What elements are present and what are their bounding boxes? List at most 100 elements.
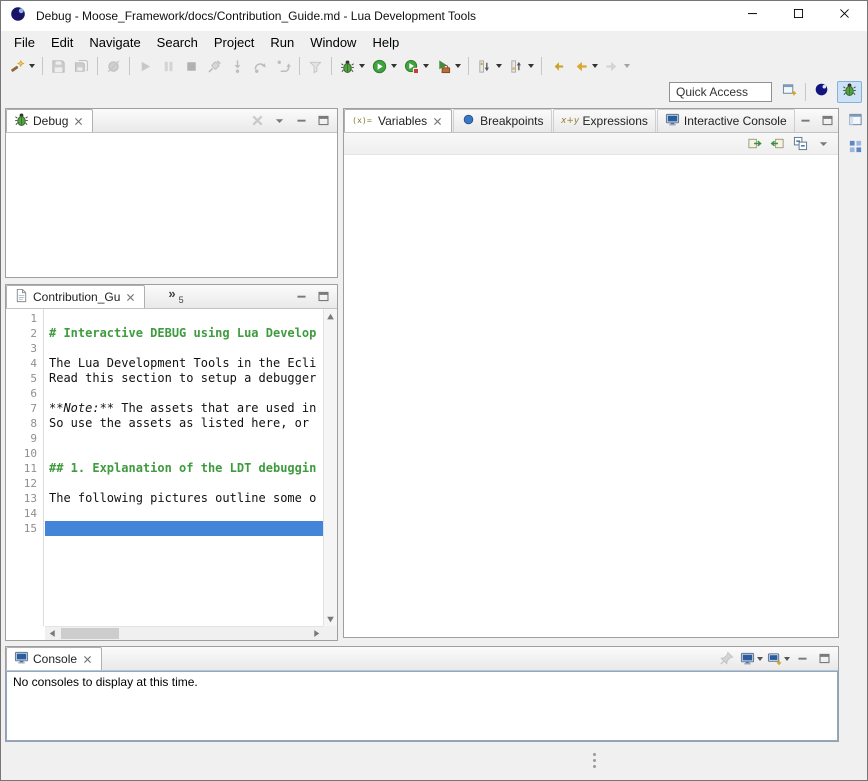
close-window-button[interactable]: [821, 1, 867, 31]
editor-tab-contribution-guide[interactable]: Contribution_Gu: [6, 285, 145, 308]
minimize-view-button[interactable]: [292, 287, 311, 306]
minimize-view-button[interactable]: [793, 649, 812, 668]
menu-edit[interactable]: Edit: [43, 33, 81, 52]
step-return-button[interactable]: [272, 54, 295, 78]
editor-line[interactable]: [45, 506, 323, 521]
tab-console[interactable]: Console: [6, 647, 102, 670]
tab-variables[interactable]: (x)= Variables: [344, 109, 452, 132]
restore-view-button-2[interactable]: [845, 138, 866, 159]
editor-body[interactable]: 1 2 3 4 5 6 7 8 9 10: [6, 309, 337, 640]
editor-text[interactable]: # Interactive DEBUG using Lua Develop Th…: [45, 309, 323, 626]
last-edit-location-button[interactable]: [546, 54, 569, 78]
display-selected-console-button[interactable]: [739, 649, 763, 668]
scrollbar-thumb[interactable]: [61, 628, 119, 639]
editor-horizontal-scrollbar[interactable]: [45, 626, 323, 640]
quick-access-input[interactable]: Quick Access: [669, 82, 772, 102]
maximize-view-button[interactable]: [818, 111, 837, 130]
editor-line[interactable]: [45, 311, 323, 326]
back-button[interactable]: [569, 54, 601, 78]
editor-line[interactable]: Read this section to setup a debugger: [45, 371, 323, 386]
editor-vertical-scrollbar[interactable]: [323, 309, 337, 626]
previous-annotation-button[interactable]: [505, 54, 537, 78]
scroll-left-button[interactable]: [45, 627, 59, 640]
menu-search[interactable]: Search: [149, 33, 206, 52]
scrollbar-track[interactable]: [59, 627, 309, 641]
scroll-up-button[interactable]: [324, 309, 337, 323]
maximize-view-button[interactable]: [815, 649, 834, 668]
tab-expressions[interactable]: x+y Expressions: [553, 109, 656, 132]
editor-line[interactable]: So use the assets as listed here, or: [45, 416, 323, 431]
dropdown-arrow-icon: [784, 657, 790, 661]
pin-console-button[interactable]: [717, 649, 736, 668]
open-perspective-button[interactable]: [777, 81, 802, 103]
minimize-view-button[interactable]: [292, 111, 311, 130]
view-menu-button[interactable]: [814, 134, 833, 153]
remove-terminated-button[interactable]: [248, 111, 267, 130]
minimize-window-button[interactable]: [729, 1, 775, 31]
tab-debug[interactable]: Debug: [6, 109, 93, 132]
step-into-button[interactable]: [226, 54, 249, 78]
minimize-view-button[interactable]: [796, 111, 815, 130]
editor-line[interactable]: **Note:** The assets that are used in: [45, 401, 323, 416]
show-type-names-button[interactable]: [745, 134, 764, 153]
skip-all-breakpoints-button[interactable]: [102, 54, 125, 78]
menu-window[interactable]: Window: [302, 33, 364, 52]
editor-line[interactable]: [45, 386, 323, 401]
menu-run[interactable]: Run: [262, 33, 302, 52]
tab-breakpoints[interactable]: Breakpoints: [453, 109, 551, 132]
close-icon[interactable]: [72, 115, 85, 128]
menu-navigate[interactable]: Navigate: [81, 33, 148, 52]
collapse-all-button[interactable]: [791, 134, 810, 153]
next-annotation-button[interactable]: [473, 54, 505, 78]
maximize-view-button[interactable]: [314, 287, 333, 306]
restore-view-button-1[interactable]: [845, 111, 866, 132]
maximize-view-button[interactable]: [314, 111, 333, 130]
show-logical-structures-button[interactable]: [768, 134, 787, 153]
external-tools-button[interactable]: [432, 54, 464, 78]
new-icon: [9, 58, 26, 75]
editor-line[interactable]: ## 1. Explanation of the LDT debuggin: [45, 461, 323, 476]
suspend-button[interactable]: [157, 54, 180, 78]
use-step-filters-button[interactable]: [304, 54, 327, 78]
open-console-button[interactable]: [766, 649, 790, 668]
editor-area: Contribution_Gu » 5: [5, 284, 338, 641]
disconnect-button[interactable]: [203, 54, 226, 78]
line-number-ruler: 1 2 3 4 5 6 7 8 9 10: [6, 309, 44, 626]
maximize-window-button[interactable]: [775, 1, 821, 31]
close-icon[interactable]: [81, 653, 94, 666]
attach-debug-button[interactable]: [400, 54, 432, 78]
close-icon[interactable]: [431, 115, 444, 128]
editor-line[interactable]: [45, 446, 323, 461]
menu-help[interactable]: Help: [364, 33, 407, 52]
editor-line[interactable]: The following pictures outline some o: [45, 491, 323, 506]
new-button[interactable]: [6, 54, 38, 78]
lua-perspective-button[interactable]: [809, 81, 834, 103]
scroll-right-button[interactable]: [309, 627, 323, 640]
trim-drag-handle[interactable]: [593, 753, 596, 756]
editor-line[interactable]: [45, 521, 323, 536]
save-button[interactable]: [47, 54, 70, 78]
close-icon[interactable]: [124, 291, 137, 304]
run-button[interactable]: [368, 54, 400, 78]
terminate-button[interactable]: [180, 54, 203, 78]
tab-interactive-console[interactable]: Interactive Console: [657, 109, 795, 132]
debug-perspective-button[interactable]: [837, 81, 862, 103]
show-logical-icon: [770, 136, 786, 152]
resume-button[interactable]: [134, 54, 157, 78]
menu-file[interactable]: File: [6, 33, 43, 52]
editor-line[interactable]: The Lua Development Tools in the Ecli: [45, 356, 323, 371]
scroll-down-button[interactable]: [324, 612, 337, 626]
debug-button[interactable]: [336, 54, 368, 78]
editor-tab-overflow[interactable]: » 5: [162, 285, 189, 308]
editor-line[interactable]: [45, 476, 323, 491]
external-tools-icon: [435, 58, 452, 75]
editor-line[interactable]: # Interactive DEBUG using Lua Develop: [45, 326, 323, 341]
view-menu-button[interactable]: [270, 111, 289, 130]
menu-project[interactable]: Project: [206, 33, 262, 52]
titlebar[interactable]: Debug - Moose_Framework/docs/Contributio…: [1, 1, 867, 31]
editor-line[interactable]: [45, 431, 323, 446]
save-all-button[interactable]: [70, 54, 93, 78]
step-over-button[interactable]: [249, 54, 272, 78]
forward-button[interactable]: [601, 54, 633, 78]
editor-line[interactable]: [45, 341, 323, 356]
